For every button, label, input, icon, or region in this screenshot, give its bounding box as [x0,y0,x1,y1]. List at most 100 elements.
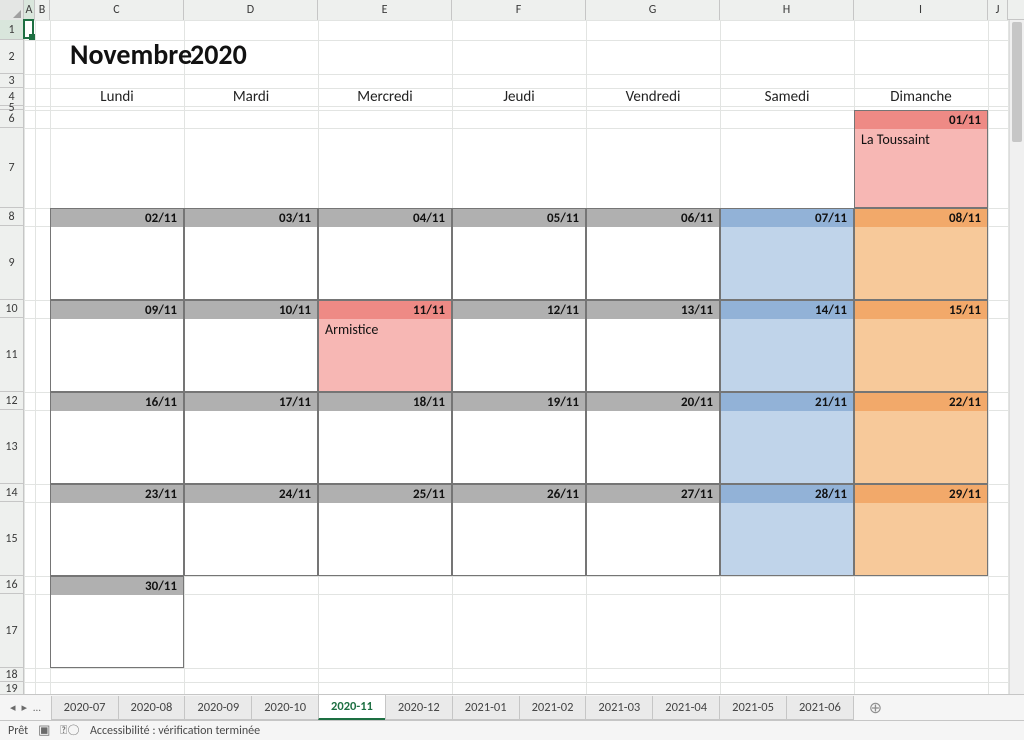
select-all-corner[interactable] [0,0,24,20]
calendar-date-label: 09/11 [51,301,183,319]
calendar-event-text [721,411,853,483]
column-header[interactable]: A [24,0,35,20]
calendar-day-cell[interactable]: 09/11 [50,300,184,392]
calendar-day-cell[interactable]: 25/11 [318,484,452,576]
calendar-day-cell[interactable]: 05/11 [452,208,586,300]
calendar-day-cell[interactable]: 29/11 [854,484,988,576]
row-header[interactable]: 12 [0,392,23,410]
scrollbar-thumb[interactable] [1012,22,1022,142]
calendar-day-cell[interactable]: 28/11 [720,484,854,576]
row-header[interactable]: 1 [0,20,23,40]
column-header[interactable]: C [50,0,184,20]
calendar-day-cell[interactable]: 01/11La Toussaint [854,110,988,208]
calendar-event-text [453,503,585,575]
sheet-tab[interactable]: 2021-03 [585,696,653,720]
calendar-date-label: 25/11 [319,485,451,503]
row-header[interactable]: 16 [0,576,23,594]
calendar-day-cell[interactable]: 14/11 [720,300,854,392]
sheet-tab[interactable]: 2021-02 [519,696,587,720]
row-header[interactable]: 6 [0,110,23,128]
calendar-date-label: 19/11 [453,393,585,411]
row-header[interactable]: 9 [0,226,23,300]
vertical-scrollbar[interactable] [1009,20,1024,694]
calendar-day-cell[interactable]: 15/11 [854,300,988,392]
calendar-event-text [319,503,451,575]
calendar-day-cell[interactable]: 04/11 [318,208,452,300]
status-ready: Prêt [8,724,28,738]
row-header[interactable]: 2 [0,40,23,74]
column-header[interactable]: J [988,0,1008,20]
calendar-date-label: 05/11 [453,209,585,227]
macro-record-icon[interactable]: ▣ [38,723,50,738]
column-header[interactable]: B [35,0,50,20]
sheet-tab[interactable]: 2021-01 [452,696,520,720]
row-header[interactable]: 18 [0,668,23,682]
sheet-tab[interactable]: 2020-08 [118,696,186,720]
calendar-day-cell[interactable]: 18/11 [318,392,452,484]
add-sheet-button[interactable]: ⊕ [861,698,890,718]
row-header[interactable]: 10 [0,300,23,318]
sheet-tab[interactable]: 2021-04 [652,696,720,720]
calendar-day-cell[interactable]: 21/11 [720,392,854,484]
calendar-day-cell[interactable]: 27/11 [586,484,720,576]
calendar-date-label: 10/11 [185,301,317,319]
sheet-tab[interactable]: 2020-09 [184,696,252,720]
calendar-date-label: 01/11 [855,111,987,129]
calendar-date-label: 04/11 [319,209,451,227]
row-header[interactable]: 8 [0,208,23,226]
sheet-tab[interactable]: 2021-06 [786,696,854,720]
tab-nav-ellipsis-icon[interactable]: … [33,701,41,714]
calendar-day-cell[interactable]: 17/11 [184,392,318,484]
calendar-day-cell[interactable]: 06/11 [586,208,720,300]
column-header[interactable]: I [854,0,988,20]
row-header[interactable]: 3 [0,74,23,88]
calendar-day-cell[interactable]: 07/11 [720,208,854,300]
calendar-day-cell[interactable]: 03/11 [184,208,318,300]
sheet-tab-bar: ◂ ▸ … 2020-072020-082020-092020-102020-1… [0,694,1024,720]
weekday-label: Samedi [720,88,854,106]
row-header[interactable]: 17 [0,594,23,668]
calendar-event-text [721,503,853,575]
sheet-tab[interactable]: 2020-12 [385,696,453,720]
column-header[interactable]: G [586,0,720,20]
calendar-day-cell[interactable]: 11/11Armistice [318,300,452,392]
column-header[interactable]: E [318,0,452,20]
row-header[interactable]: 11 [0,318,23,392]
calendar-event-text: Armistice [319,319,451,391]
calendar-day-cell[interactable]: 10/11 [184,300,318,392]
sheet-tab[interactable]: 2021-05 [719,696,787,720]
column-header[interactable]: H [720,0,854,20]
calendar-day-cell[interactable]: 16/11 [50,392,184,484]
calendar-event-text [51,503,183,575]
calendar-day-cell[interactable]: 19/11 [452,392,586,484]
status-bar: Prêt ▣ ✚⃝ Accessibilité : vérification t… [0,720,1024,740]
row-header[interactable]: 13 [0,410,23,484]
row-header[interactable]: 15 [0,502,23,576]
column-header[interactable]: F [452,0,586,20]
calendar-day-cell[interactable]: 22/11 [854,392,988,484]
sheet-tab[interactable]: 2020-10 [251,696,319,720]
tab-nav-next-icon[interactable]: ▸ [22,701,28,714]
calendar-day-cell[interactable]: 08/11 [854,208,988,300]
row-header[interactable]: 14 [0,484,23,502]
calendar-day-cell[interactable]: 26/11 [452,484,586,576]
status-accessibility: Accessibilité : vérification terminée [90,724,260,738]
sheet-tab[interactable]: 2020-11 [318,695,386,720]
calendar-day-cell[interactable]: 02/11 [50,208,184,300]
grid-area[interactable]: Novembre 2020 LundiMardiMercrediJeudiVen… [24,20,1024,694]
accessibility-icon[interactable]: ✚⃝ [60,723,80,738]
sheet-tab[interactable]: 2020-07 [51,696,119,720]
calendar-date-label: 02/11 [51,209,183,227]
calendar-day-cell[interactable]: 24/11 [184,484,318,576]
tab-nav-prev-icon[interactable]: ◂ [10,701,16,714]
calendar-day-cell[interactable]: 23/11 [50,484,184,576]
calendar-day-cell[interactable]: 30/11 [50,576,184,668]
calendar-day-cell[interactable]: 20/11 [586,392,720,484]
calendar-day-cell[interactable]: 12/11 [452,300,586,392]
row-header[interactable]: 7 [0,128,23,208]
calendar-event-text [185,227,317,299]
calendar-day-cell[interactable]: 13/11 [586,300,720,392]
column-header[interactable]: D [184,0,318,20]
calendar-date-label: 24/11 [185,485,317,503]
calendar-date-label: 26/11 [453,485,585,503]
